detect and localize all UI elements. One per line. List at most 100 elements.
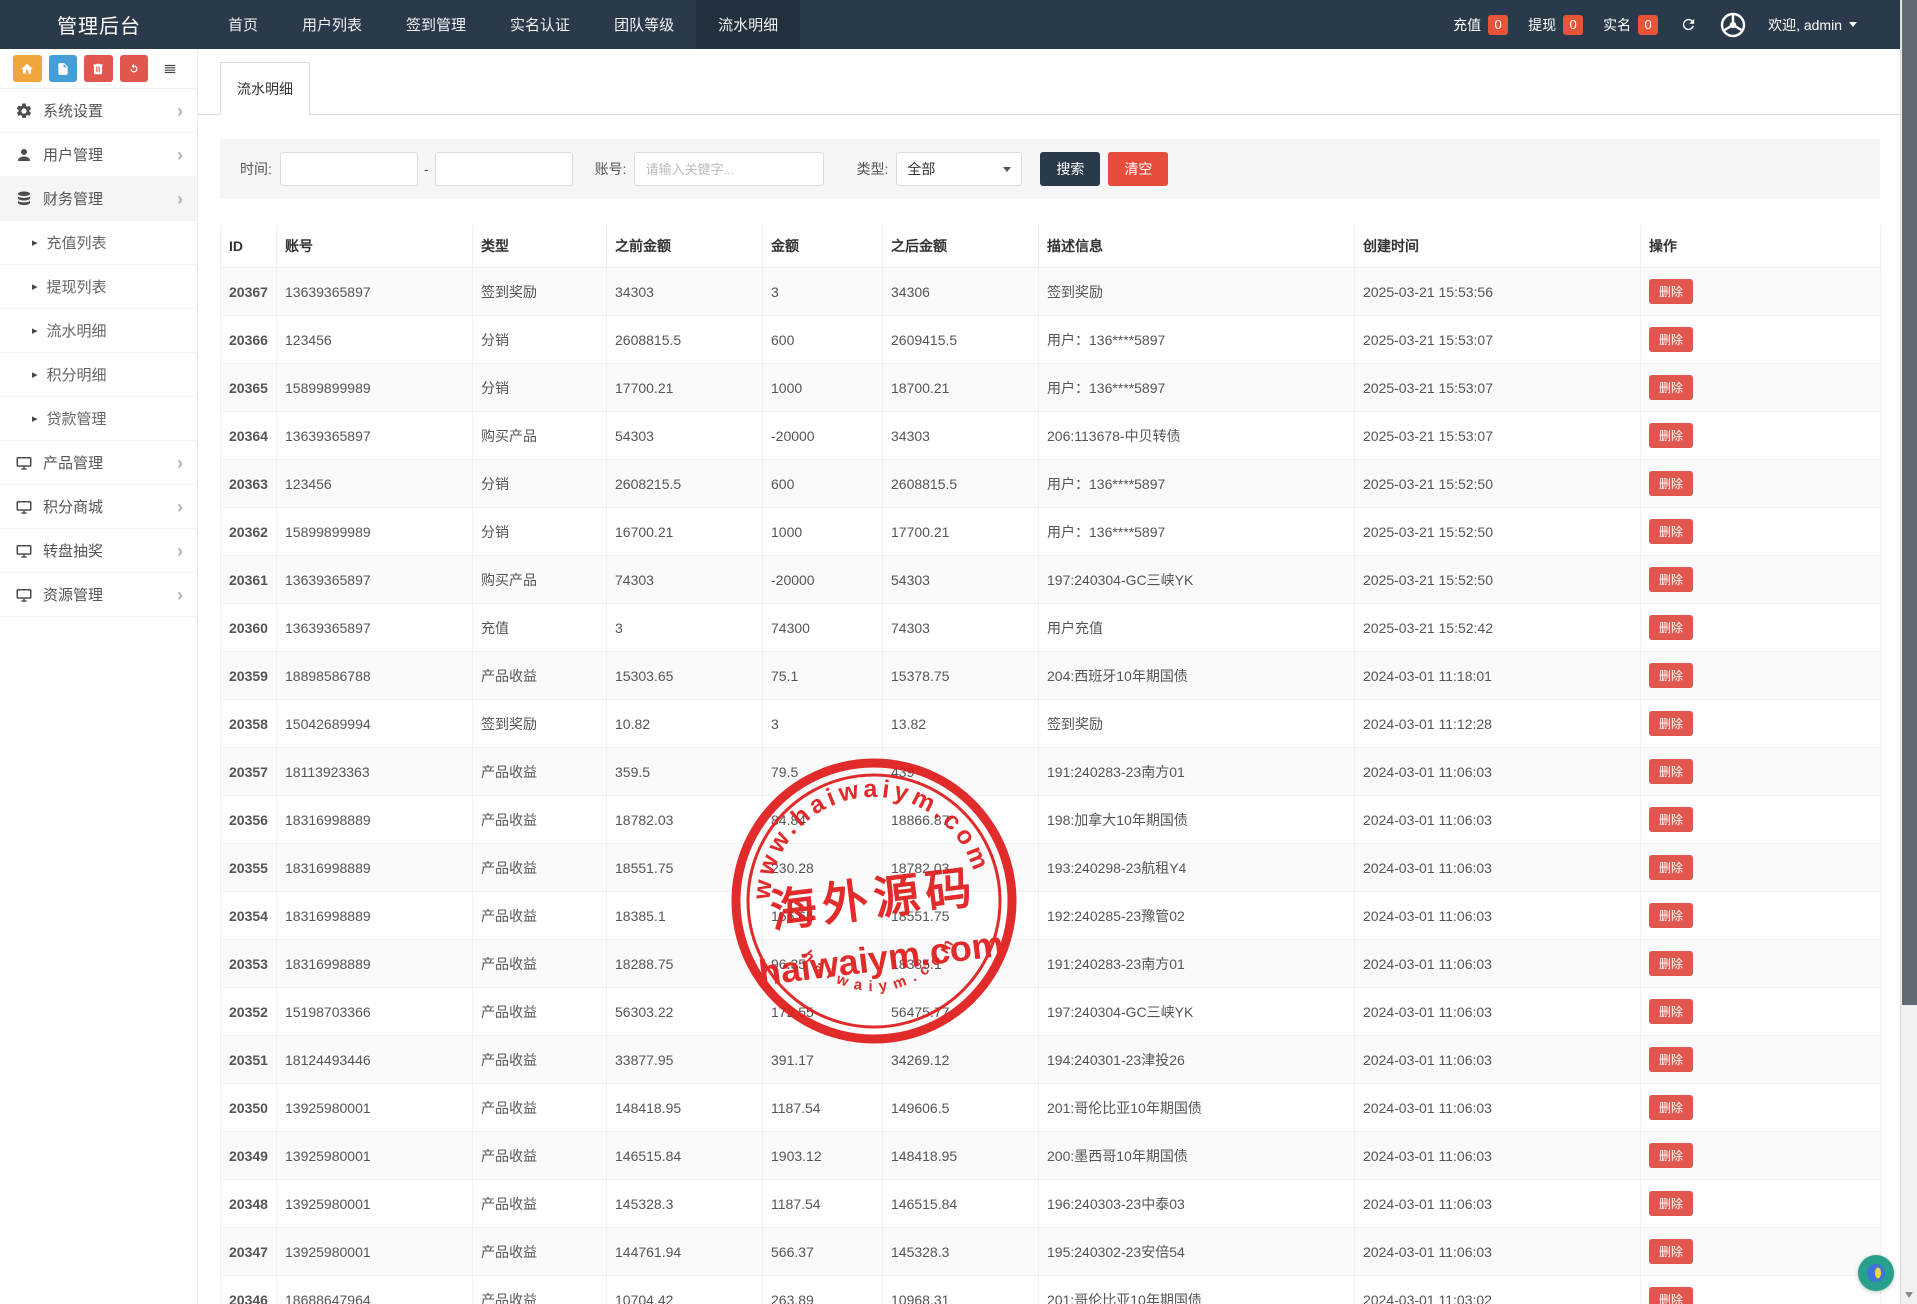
cell-2: 13925980001 <box>277 1228 473 1276</box>
sidebar-item-9[interactable]: 产品管理› <box>0 441 197 485</box>
nav-stat-1[interactable]: 充值0 <box>1453 15 1508 35</box>
scrollbar-down-arrow-icon[interactable] <box>1905 1292 1913 1298</box>
delete-button[interactable]: 删除 <box>1649 471 1693 496</box>
monitor-icon <box>14 585 33 604</box>
delete-button[interactable]: 删除 <box>1649 1287 1693 1304</box>
cell-8: 2024-03-01 11:06:03 <box>1355 988 1641 1036</box>
sidebar-item-6[interactable]: ▸流水明细 <box>0 309 197 353</box>
cell-8: 2025-03-21 15:53:07 <box>1355 412 1641 460</box>
table-row: 2034618688647964产品收益10704.42263.8910968.… <box>221 1276 1881 1304</box>
scrollbar[interactable] <box>1900 0 1917 1304</box>
refresh-icon[interactable] <box>1678 15 1698 35</box>
account-input[interactable] <box>634 152 824 186</box>
cell-4: 10.82 <box>607 700 763 748</box>
cell-actions: 删除 <box>1641 988 1881 1036</box>
delete-button[interactable]: 删除 <box>1649 951 1693 976</box>
nav-item-4[interactable]: 实名认证 <box>488 0 592 49</box>
table-row: 2035215198703366产品收益56303.22172.5556475.… <box>221 988 1881 1036</box>
table-row: 2034913925980001产品收益146515.841903.121484… <box>221 1132 1881 1180</box>
scrollbar-thumb[interactable] <box>1902 0 1917 1005</box>
type-label: 类型: <box>856 159 888 179</box>
user-menu[interactable]: 欢迎, admin <box>1768 15 1857 35</box>
delete-button[interactable]: 删除 <box>1649 1239 1693 1264</box>
cell-5: 1000 <box>763 508 883 556</box>
sidebar-item-10[interactable]: 积分商城› <box>0 485 197 529</box>
cell-4: 16700.21 <box>607 508 763 556</box>
nav-stat-2[interactable]: 提现0 <box>1528 15 1583 35</box>
cell-7: 192:240285-23豫管02 <box>1039 892 1355 940</box>
sidebar-item-2[interactable]: 用户管理› <box>0 133 197 177</box>
list-tool-button[interactable] <box>155 55 184 82</box>
delete-button[interactable]: 删除 <box>1649 903 1693 928</box>
date-to-input[interactable] <box>435 152 573 186</box>
sidebar-item-12[interactable]: 资源管理› <box>0 573 197 617</box>
delete-button[interactable]: 删除 <box>1649 999 1693 1024</box>
delete-button[interactable]: 删除 <box>1649 759 1693 784</box>
customer-service-icon <box>1865 1262 1887 1284</box>
cell-2: 13925980001 <box>277 1132 473 1180</box>
delete-button[interactable]: 删除 <box>1649 1143 1693 1168</box>
cell-3: 产品收益 <box>473 1084 607 1132</box>
cell-actions: 删除 <box>1641 844 1881 892</box>
delete-button[interactable]: 删除 <box>1649 1191 1693 1216</box>
cell-1: 20355 <box>221 844 277 892</box>
cell-1: 20362 <box>221 508 277 556</box>
nav-item-5[interactable]: 团队等级 <box>592 0 696 49</box>
customer-service-button[interactable] <box>1858 1255 1894 1291</box>
cell-7: 206:113678-中贝转债 <box>1039 412 1355 460</box>
delete-button[interactable]: 删除 <box>1649 279 1693 304</box>
delete-button[interactable]: 删除 <box>1649 1047 1693 1072</box>
chevron-right-icon: › <box>177 146 183 164</box>
avatar[interactable] <box>1718 10 1748 40</box>
nav-item-1[interactable]: 首页 <box>206 0 280 49</box>
nav-stat-3[interactable]: 实名0 <box>1603 15 1658 35</box>
delete-button[interactable]: 删除 <box>1649 327 1693 352</box>
file-tool-button[interactable] <box>49 55 78 82</box>
records-table: ID账号类型之前金额金额之后金额描述信息创建时间操作 2036713639365… <box>220 225 1881 1304</box>
delete-button[interactable]: 删除 <box>1649 375 1693 400</box>
sidebar-item-11[interactable]: 转盘抽奖› <box>0 529 197 573</box>
tab-flow-details[interactable]: 流水明细 <box>220 62 310 115</box>
cell-4: 144761.94 <box>607 1228 763 1276</box>
sidebar-item-3[interactable]: 财务管理› <box>0 177 197 221</box>
table-row: 2035918898586788产品收益15303.6575.115378.75… <box>221 652 1881 700</box>
sidebar-item-7[interactable]: ▸积分明细 <box>0 353 197 397</box>
cell-6: 149606.5 <box>883 1084 1039 1132</box>
sidebar-item-4[interactable]: ▸充值列表 <box>0 221 197 265</box>
sidebar-item-1[interactable]: 系统设置› <box>0 89 197 133</box>
delete-button[interactable]: 删除 <box>1649 567 1693 592</box>
type-select[interactable]: 全部 <box>896 152 1022 186</box>
cell-3: 产品收益 <box>473 1132 607 1180</box>
delete-button[interactable]: 删除 <box>1649 423 1693 448</box>
cell-6: 34306 <box>883 268 1039 316</box>
clear-button[interactable]: 清空 <box>1108 152 1168 186</box>
delete-button[interactable]: 删除 <box>1649 519 1693 544</box>
delete-button[interactable]: 删除 <box>1649 663 1693 688</box>
sidebar-item-5[interactable]: ▸提现列表 <box>0 265 197 309</box>
delete-button[interactable]: 删除 <box>1649 807 1693 832</box>
sidebar-item-8[interactable]: ▸贷款管理 <box>0 397 197 441</box>
cell-actions: 删除 <box>1641 268 1881 316</box>
cell-6: 18551.75 <box>883 892 1039 940</box>
nav-menu: 首页用户列表签到管理实名认证团队等级流水明细 <box>206 0 800 49</box>
recycle-tool-button[interactable] <box>120 55 149 82</box>
table-row: 2035718113923363产品收益359.579.5439191:2402… <box>221 748 1881 796</box>
nav-item-3[interactable]: 签到管理 <box>384 0 488 49</box>
home-tool-button[interactable] <box>13 55 42 82</box>
trash-tool-button[interactable] <box>84 55 113 82</box>
cell-2: 123456 <box>277 460 473 508</box>
delete-button[interactable]: 删除 <box>1649 711 1693 736</box>
cell-1: 20352 <box>221 988 277 1036</box>
nav-item-6[interactable]: 流水明细 <box>696 0 800 49</box>
table-header-6: 之后金额 <box>883 225 1039 268</box>
search-button[interactable]: 搜索 <box>1040 152 1100 186</box>
nav-item-2[interactable]: 用户列表 <box>280 0 384 49</box>
delete-button[interactable]: 删除 <box>1649 855 1693 880</box>
cell-6: 17700.21 <box>883 508 1039 556</box>
sidebar-item-label: 积分商城 <box>43 496 103 517</box>
date-from-input[interactable] <box>280 152 418 186</box>
cell-7: 201:哥伦比亚10年期国债 <box>1039 1276 1355 1304</box>
delete-button[interactable]: 删除 <box>1649 1095 1693 1120</box>
table-row: 2036113639365897购买产品74303-2000054303197:… <box>221 556 1881 604</box>
delete-button[interactable]: 删除 <box>1649 615 1693 640</box>
